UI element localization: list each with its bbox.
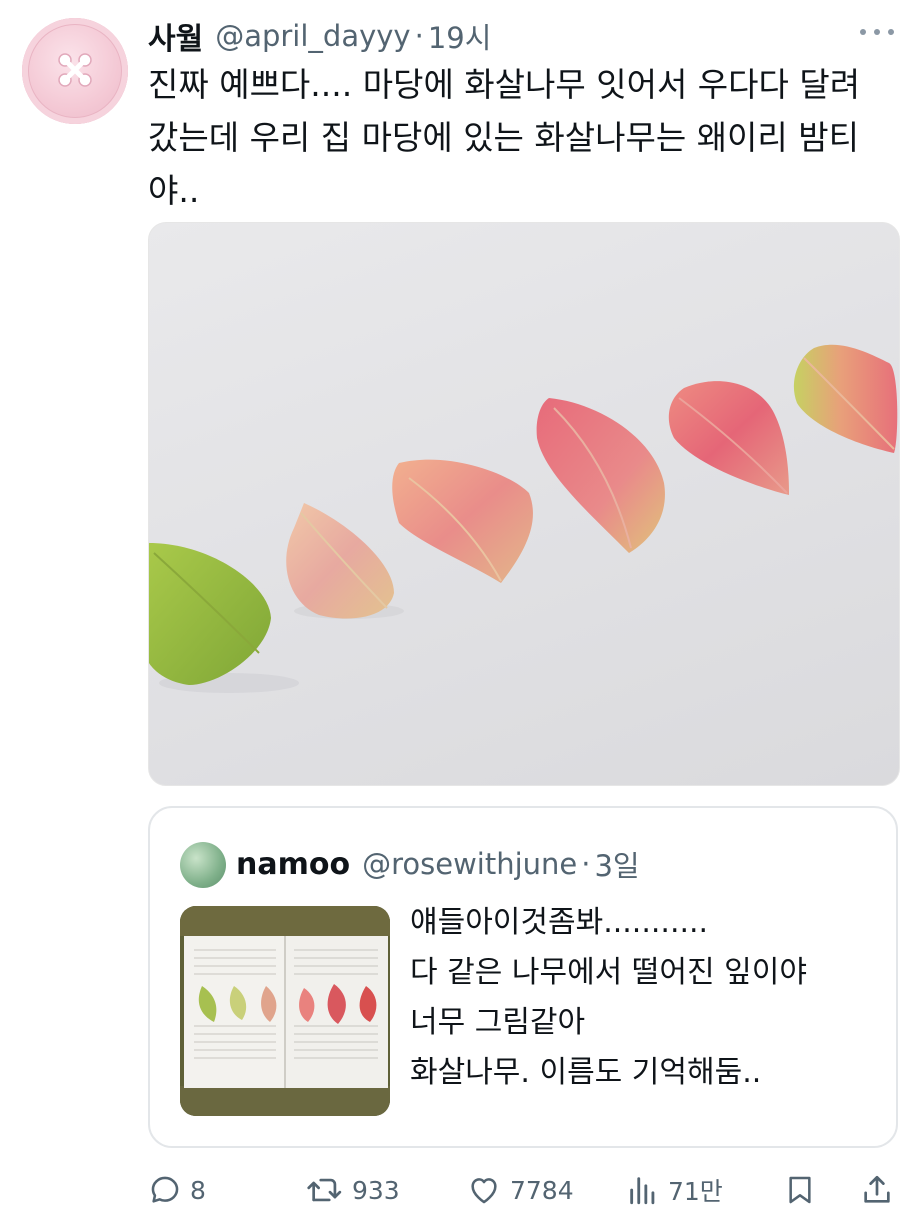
book-leaves-photo <box>180 906 390 1116</box>
share-button[interactable] <box>860 1166 894 1214</box>
quote-text-line: 너무 그림같아 <box>410 1005 586 1040</box>
retweet-count: 933 <box>352 1175 400 1205</box>
tweet-header: 사월 @april_dayyy · 19시 <box>148 12 491 60</box>
tweet-text-line: 갔는데 우리 집 마당에 있는 화살나무는 왜이리 밤티 <box>148 118 859 157</box>
quote-avatar[interactable] <box>180 842 226 888</box>
separator-dot: · <box>414 19 424 53</box>
reply-button[interactable]: 8 <box>148 1166 206 1214</box>
retweet-icon <box>307 1178 342 1202</box>
quote-text-line: 화살나무. 이름도 기억해둠.. <box>410 1055 762 1090</box>
quote-text-line: 얘들아이것좀봐........... <box>410 905 709 940</box>
quote-text-line: 다 같은 나무에서 떨어진 잎이야 <box>410 955 807 990</box>
quote-author-name[interactable]: namoo <box>236 847 350 882</box>
author-handle[interactable]: @april_dayyy <box>215 19 410 53</box>
timestamp[interactable]: 19시 <box>428 15 492 57</box>
retweet-button[interactable]: 933 <box>306 1166 400 1214</box>
button-avatar-icon <box>58 53 92 87</box>
avatar[interactable] <box>22 18 128 124</box>
more-icon[interactable] <box>860 22 894 42</box>
quote-text: 얘들아이것좀봐........... 다 같은 나무에서 떨어진 잎이야 너무 … <box>410 898 807 1098</box>
like-button[interactable]: 7784 <box>466 1166 574 1214</box>
views-button[interactable]: 71만 <box>626 1166 723 1214</box>
quote-author-handle[interactable]: @rosewithjune <box>362 847 577 881</box>
quote-timestamp[interactable]: 3일 <box>594 843 639 885</box>
tweet-photo[interactable] <box>148 222 900 786</box>
action-bar: 8 933 7784 71만 <box>148 1166 898 1214</box>
views-count: 71만 <box>668 1177 723 1206</box>
share-icon <box>864 1175 890 1203</box>
like-count: 7784 <box>510 1175 574 1205</box>
quote-tweet[interactable]: namoo @rosewithjune · 3일 얘들아이것좀봐........… <box>148 806 898 1148</box>
heart-icon <box>471 1178 497 1204</box>
reply-icon <box>151 1176 179 1203</box>
views-icon <box>630 1177 655 1205</box>
tweet-text: 진짜 예쁘다.... 마당에 화살나무 잇어서 우다다 달려 갔는데 우리 집 … <box>148 58 888 217</box>
bookmark-button[interactable] <box>784 1166 816 1214</box>
quote-thumbnail[interactable] <box>180 906 390 1116</box>
reply-count: 8 <box>190 1175 206 1205</box>
quote-header: namoo @rosewithjune · 3일 <box>236 838 640 890</box>
leaves-photo <box>149 344 898 693</box>
separator-dot: · <box>581 847 591 881</box>
bookmark-icon <box>789 1176 811 1204</box>
tweet-text-line: 야.. <box>148 171 200 210</box>
author-name[interactable]: 사월 <box>148 14 203 58</box>
tweet-text-line: 진짜 예쁘다.... 마당에 화살나무 잇어서 우다다 달려 <box>148 65 861 104</box>
